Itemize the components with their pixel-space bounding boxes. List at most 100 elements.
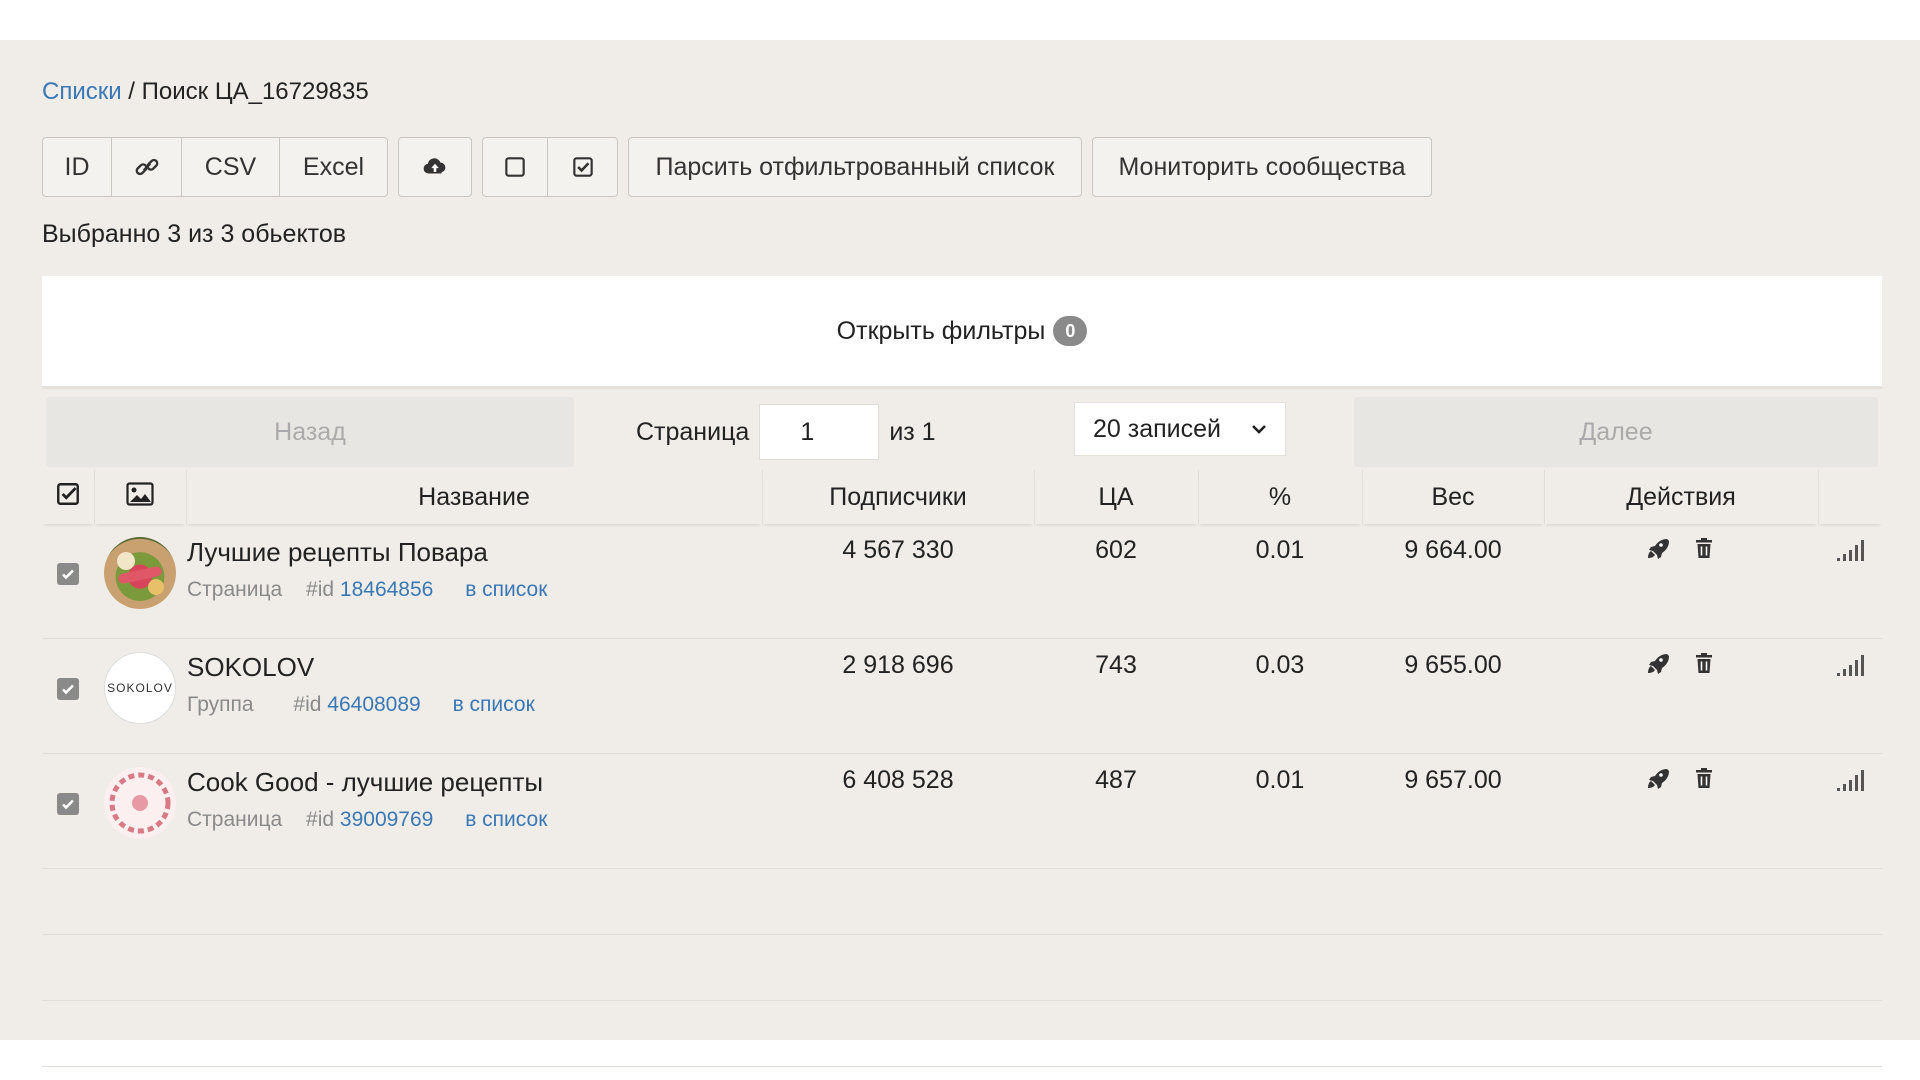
row-checkbox-cell[interactable] <box>42 753 94 869</box>
select-all-column[interactable] <box>42 470 95 524</box>
rocket-icon[interactable] <box>1646 766 1670 790</box>
cloud-upload-button[interactable] <box>398 137 472 197</box>
parse-filtered-button[interactable]: Парсить отфильтрованный список <box>628 137 1082 197</box>
row-checkbox-cell[interactable] <box>42 638 94 754</box>
ca-column-header[interactable]: ЦА <box>1034 470 1199 524</box>
page-number-input[interactable]: 1 <box>759 404 880 460</box>
add-to-list-link[interactable]: в список <box>453 693 535 716</box>
empty-row <box>42 1000 1882 1067</box>
upload-group <box>398 137 472 199</box>
check-icon <box>62 684 74 695</box>
selection-count: Выбранно 3 из 3 обьектов <box>42 220 347 248</box>
square-icon <box>505 157 525 177</box>
export-links-button[interactable] <box>112 137 182 197</box>
weight-cell: 9 655.00 <box>1362 638 1544 754</box>
export-csv-button[interactable]: CSV <box>182 137 280 197</box>
cook-good-logo-icon <box>109 772 171 834</box>
percent-cell: 0.01 <box>1198 524 1362 639</box>
id-prefix: #id <box>306 808 335 831</box>
community-meta: Страница #id 18464856 в список <box>187 578 761 602</box>
actions-cell <box>1544 753 1818 869</box>
check-icon <box>62 569 74 580</box>
weight-cell: 9 657.00 <box>1362 753 1544 869</box>
weight-column-header[interactable]: Вес <box>1362 470 1545 524</box>
breadcrumb-current: Поиск ЦА_16729835 <box>141 78 369 105</box>
ca-cell: 743 <box>1034 638 1198 754</box>
image-icon <box>126 481 154 506</box>
table-header: Название Подписчики ЦА % Вес Действия <box>42 470 1882 524</box>
rocket-icon[interactable] <box>1646 536 1670 560</box>
export-id-button[interactable]: ID <box>42 137 112 197</box>
community-type: Группа <box>187 693 254 716</box>
subscribers-cell: 4 567 330 <box>762 524 1034 639</box>
page-label: Страница <box>636 417 750 446</box>
name-column-header[interactable]: Название <box>186 470 763 524</box>
per-page-select[interactable]: 20 записей <box>1074 402 1286 456</box>
table-row: Лучшие рецепты Повара Страница #id 18464… <box>42 524 1882 639</box>
percent-cell: 0.03 <box>1198 638 1362 754</box>
prev-page-button[interactable]: Назад <box>46 397 574 467</box>
weight-cell: 9 664.00 <box>1362 524 1544 639</box>
percent-column-header[interactable]: % <box>1198 470 1363 524</box>
row-avatar-cell <box>94 753 186 869</box>
add-to-list-link[interactable]: в список <box>465 578 547 601</box>
monitor-communities-button[interactable]: Мониторить сообщества <box>1092 137 1432 197</box>
extra-column-header <box>1818 470 1882 524</box>
id-prefix: #id <box>293 693 322 716</box>
export-excel-button[interactable]: Excel <box>280 137 388 197</box>
subscribers-column-header[interactable]: Подписчики <box>762 470 1035 524</box>
selection-group <box>482 137 618 199</box>
table-row: Cook Good - лучшие рецепты Страница #id … <box>42 753 1882 869</box>
ca-cell: 487 <box>1034 753 1198 869</box>
rocket-icon[interactable] <box>1646 651 1670 675</box>
check-square-icon <box>56 482 79 505</box>
breadcrumb: Списки / Поиск ЦА_16729835 <box>42 78 369 105</box>
community-id-link[interactable]: 39009769 <box>340 808 433 831</box>
add-to-list-link[interactable]: в список <box>465 808 547 831</box>
subscribers-cell: 2 918 696 <box>762 638 1034 754</box>
row-checkbox[interactable] <box>57 563 79 585</box>
row-checkbox[interactable] <box>57 793 79 815</box>
community-type: Страница <box>187 578 283 601</box>
parse-group: Парсить отфильтрованный список <box>628 137 1082 199</box>
row-checkbox[interactable] <box>57 678 79 700</box>
community-meta: Группа #id 46408089 в список <box>187 693 761 717</box>
community-id-link[interactable]: 46408089 <box>327 693 420 716</box>
community-name[interactable]: Лучшие рецепты Повара <box>187 537 761 568</box>
open-filters-label[interactable]: Открыть фильтры <box>837 317 1046 346</box>
empty-row <box>42 868 1882 935</box>
trash-icon[interactable] <box>1692 536 1716 560</box>
next-page-button[interactable]: Далее <box>1354 397 1878 467</box>
filter-count-badge: 0 <box>1053 316 1088 346</box>
row-checkbox-cell[interactable] <box>42 524 94 639</box>
signal-cell <box>1818 524 1882 639</box>
id-prefix: #id <box>306 578 335 601</box>
community-id-link[interactable]: 18464856 <box>340 578 433 601</box>
avatar-logo-text: SOKOLOV <box>107 681 173 695</box>
row-avatar-cell: SOKOLOV <box>94 638 186 754</box>
filter-panel[interactable]: Открыть фильтры 0 <box>42 276 1882 389</box>
avatar <box>104 767 176 839</box>
results-table: Название Подписчики ЦА % Вес Действия Лу… <box>42 470 1882 1067</box>
community-name[interactable]: Cook Good - лучшие рецепты <box>187 767 761 798</box>
per-page-value: 20 записей <box>1093 414 1221 443</box>
breadcrumb-lists-link[interactable]: Списки <box>42 78 122 105</box>
deselect-all-button[interactable] <box>482 137 548 197</box>
avatar <box>104 537 176 609</box>
trash-icon[interactable] <box>1692 766 1716 790</box>
page-indicator: Страница 1 из 1 <box>636 397 936 467</box>
community-name[interactable]: SOKOLOV <box>187 652 761 683</box>
ca-cell: 602 <box>1034 524 1198 639</box>
avatar: SOKOLOV <box>104 652 176 724</box>
signal-bars-icon[interactable] <box>1836 768 1864 792</box>
check-icon <box>62 799 74 810</box>
cloud-upload-icon <box>423 158 446 174</box>
select-all-button[interactable] <box>548 137 618 197</box>
pagination: Назад Страница 1 из 1 20 записей Далее <box>42 392 1882 468</box>
table-row: SOKOLOV SOKOLOV Группа #id 46408089 в сп… <box>42 638 1882 754</box>
signal-bars-icon[interactable] <box>1836 538 1864 562</box>
toolbar: ID CSV Excel Парсить отфильтрованный спи… <box>42 137 1442 199</box>
actions-cell <box>1544 638 1818 754</box>
signal-bars-icon[interactable] <box>1836 653 1864 677</box>
trash-icon[interactable] <box>1692 651 1716 675</box>
